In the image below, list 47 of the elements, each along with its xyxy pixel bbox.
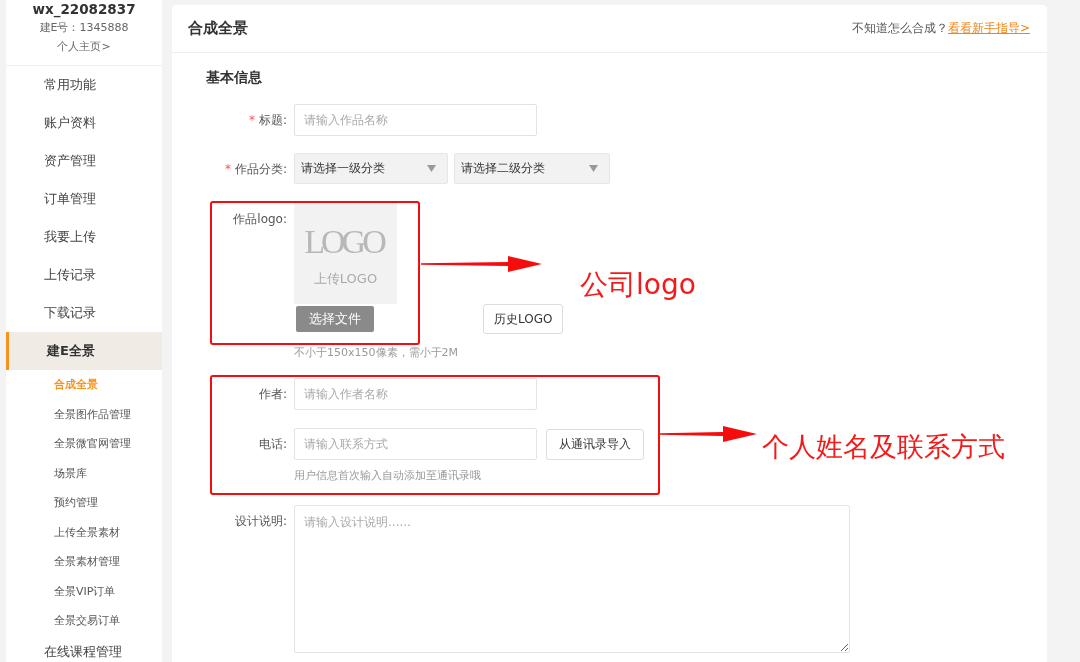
hint-text: 用户信息首次输入自动添加至通讯录哦 bbox=[294, 469, 481, 483]
panel-title: 合成全景 bbox=[188, 19, 248, 38]
sidebar-item[interactable]: 我要上传 bbox=[6, 218, 162, 256]
field-label: 电话: bbox=[258, 437, 287, 451]
submenu-item[interactable]: 上传全景素材 bbox=[6, 517, 162, 547]
logo-placeholder-text: LOGO bbox=[304, 222, 385, 262]
submenu-item[interactable]: 全景微官网管理 bbox=[6, 429, 162, 459]
text-field[interactable]: 请输入作品名称 bbox=[294, 104, 537, 136]
submenu-item[interactable]: 全景交易订单 bbox=[6, 606, 162, 636]
annotation-label: 公司logo bbox=[580, 268, 696, 302]
text-field[interactable]: 请输入联系方式 bbox=[294, 428, 537, 460]
annotation-label: 个人姓名及联系方式 bbox=[762, 430, 1005, 464]
sidebar-item[interactable]: 资产管理 bbox=[6, 142, 162, 180]
caret-down-icon bbox=[589, 165, 598, 172]
section-title: 基本信息 bbox=[206, 68, 263, 87]
submenu-item[interactable]: 全景素材管理 bbox=[6, 547, 162, 577]
import-contacts-button[interactable]: 从通讯录导入 bbox=[546, 428, 644, 460]
sidebar-item[interactable]: 建E全景 bbox=[6, 332, 162, 370]
sidebar-item[interactable]: 下载记录 bbox=[6, 294, 162, 332]
help-text: 不知道怎么合成？ bbox=[851, 20, 948, 37]
caret-down-icon bbox=[427, 165, 436, 172]
logo-history-button[interactable]: 历史LOGO bbox=[483, 304, 564, 334]
field-label: 标题: bbox=[258, 113, 287, 127]
submenu-item[interactable]: 预约管理 bbox=[6, 488, 162, 518]
user-name: wx_22082837 bbox=[32, 0, 136, 18]
hint-text: 不小于150x150像素，需小于2M bbox=[294, 346, 458, 360]
required-mark: * bbox=[248, 113, 255, 127]
submenu-item[interactable]: 场景库 bbox=[6, 458, 162, 488]
sidebar-item[interactable]: 常用功能 bbox=[6, 66, 162, 104]
text-field[interactable]: 请输入作者名称 bbox=[294, 378, 537, 410]
sidebar-item[interactable]: 账户资料 bbox=[6, 104, 162, 142]
field-label: 作者: bbox=[258, 387, 287, 401]
field-label: 作品logo: bbox=[233, 212, 287, 226]
profile-link[interactable]: 个人主页> bbox=[57, 37, 111, 57]
dropdown[interactable]: 请选择二级分类 bbox=[454, 153, 610, 184]
submenu-item[interactable]: 全景VIP订单 bbox=[6, 576, 162, 606]
sidebar-item[interactable]: 在线课程管理 bbox=[6, 635, 162, 662]
upload-logo-label: 上传LOGO bbox=[313, 271, 378, 287]
field-label: 设计说明: bbox=[234, 514, 287, 528]
submenu-item[interactable]: 全景图作品管理 bbox=[6, 399, 162, 429]
sidebar-item[interactable]: 订单管理 bbox=[6, 180, 162, 218]
description-field[interactable]: 请输入设计说明...... bbox=[294, 505, 850, 653]
field-label: 作品分类: bbox=[234, 162, 287, 176]
account-number: 建E号：1345888 bbox=[39, 20, 129, 36]
dropdown[interactable]: 请选择一级分类 bbox=[294, 153, 448, 184]
required-mark: * bbox=[224, 162, 231, 176]
sidebar-item[interactable]: 上传记录 bbox=[6, 256, 162, 294]
